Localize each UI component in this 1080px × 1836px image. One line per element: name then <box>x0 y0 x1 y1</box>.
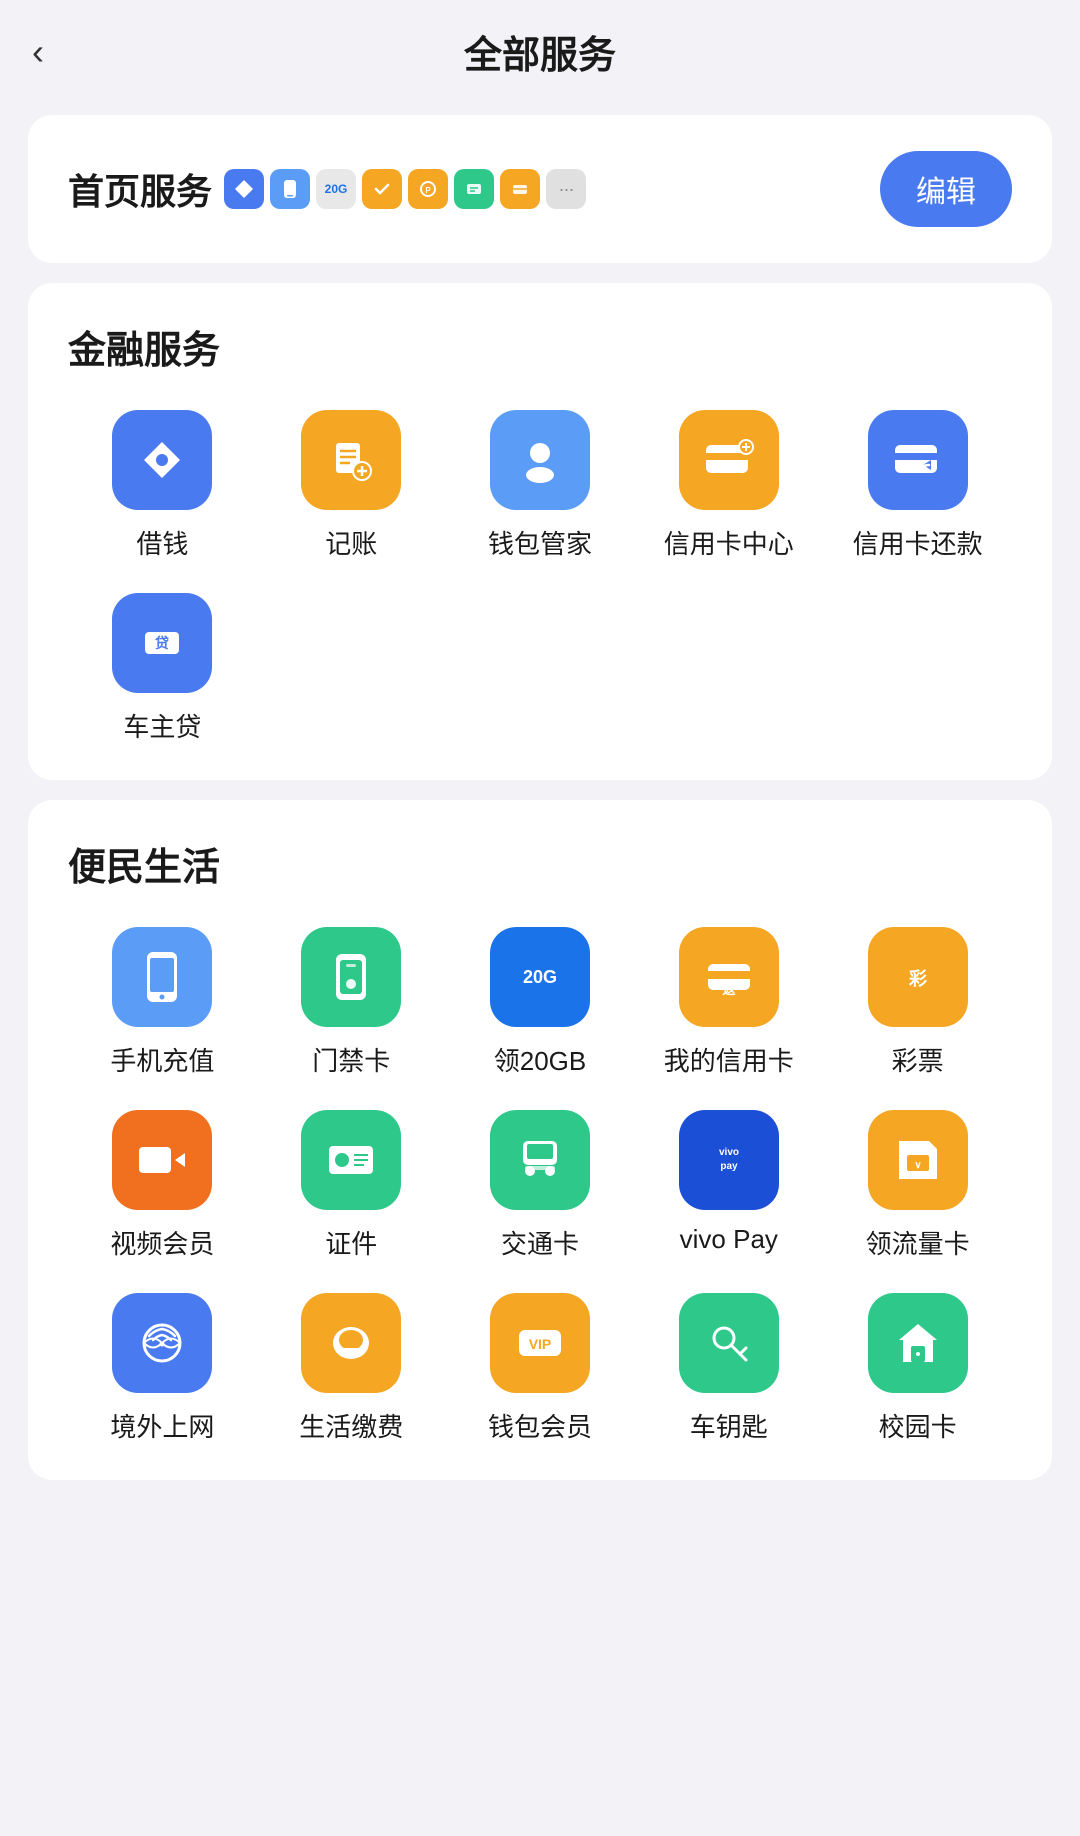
service-id-card[interactable]: 证件 <box>257 1110 446 1261</box>
car-loan-icon: 贷 <box>112 593 212 693</box>
access-card-icon <box>301 927 401 1027</box>
service-wallet-vip[interactable]: VIP 钱包会员 <box>446 1293 635 1444</box>
vivopay-label: vivo Pay <box>680 1224 778 1255</box>
service-transit-card[interactable]: 交通卡 <box>446 1110 635 1261</box>
service-jieqian[interactable]: 借钱 <box>68 410 257 561</box>
lottery-icon: 彩 <box>868 927 968 1027</box>
video-member-icon <box>112 1110 212 1210</box>
svg-text:贷: 贷 <box>155 635 169 651</box>
page-title: 全部服务 <box>464 24 616 79</box>
video-member-label: 视频会员 <box>110 1224 214 1261</box>
homepage-left: 首页服务 20G P <box>68 163 880 215</box>
mini-icon-20g: 20G <box>316 169 356 209</box>
campus-card-icon <box>868 1293 968 1393</box>
homepage-icon-row: 20G P ··· <box>224 169 586 209</box>
car-key-label: 车钥匙 <box>690 1407 768 1444</box>
header: ‹ 全部服务 <box>0 0 1080 95</box>
sim-card-label: 领流量卡 <box>866 1224 970 1261</box>
wallet-manager-icon <box>490 410 590 510</box>
mini-icon-diamond <box>224 169 264 209</box>
life-payment-label: 生活缴费 <box>299 1407 403 1444</box>
service-access-card[interactable]: 门禁卡 <box>257 927 446 1078</box>
service-credit-repay[interactable]: 信用卡还款 <box>823 410 1012 561</box>
service-overseas-net[interactable]: 境外上网 <box>68 1293 257 1444</box>
svg-text:pay: pay <box>720 1161 738 1172</box>
svg-text:返: 返 <box>722 982 735 997</box>
mini-icon-check <box>362 169 402 209</box>
mini-icon-phone <box>270 169 310 209</box>
service-vivopay[interactable]: vivo pay vivo Pay <box>634 1110 823 1261</box>
id-card-label: 证件 <box>325 1224 377 1261</box>
wallet-vip-label: 钱包会员 <box>488 1407 592 1444</box>
my-credit-icon: 返 <box>679 927 779 1027</box>
credit-center-label: 信用卡中心 <box>664 524 794 561</box>
life-payment-icon <box>301 1293 401 1393</box>
life-services-grid: 手机充值 门禁卡 20G 领20GB <box>68 927 1012 1444</box>
transit-card-label: 交通卡 <box>501 1224 579 1261</box>
service-phone-recharge[interactable]: 手机充值 <box>68 927 257 1078</box>
homepage-services-card: 首页服务 20G P <box>28 115 1052 263</box>
svg-text:P: P <box>425 186 431 195</box>
back-button[interactable]: ‹ <box>32 31 44 73</box>
access-card-label: 门禁卡 <box>312 1041 390 1078</box>
svg-text:vivo: vivo <box>719 1147 739 1158</box>
transit-card-icon <box>490 1110 590 1210</box>
jieqian-label: 借钱 <box>136 524 188 561</box>
wallet-manager-label: 钱包管家 <box>488 524 592 561</box>
svg-text:∨: ∨ <box>914 1160 921 1171</box>
phone-recharge-label: 手机充值 <box>110 1041 214 1078</box>
life-services-card: 便民生活 手机充值 门禁卡 <box>28 800 1052 1480</box>
20gb-icon: 20G <box>490 927 590 1027</box>
life-section-title: 便民生活 <box>68 836 1012 891</box>
jizhang-icon <box>301 410 401 510</box>
credit-repay-icon <box>868 410 968 510</box>
id-card-icon <box>301 1110 401 1210</box>
service-sim-card[interactable]: ∨ 领流量卡 <box>823 1110 1012 1261</box>
service-video-member[interactable]: 视频会员 <box>68 1110 257 1261</box>
service-my-credit[interactable]: 返 我的信用卡 <box>634 927 823 1078</box>
mini-icon-orange3 <box>500 169 540 209</box>
vivopay-icon: vivo pay <box>679 1110 779 1210</box>
20gb-label: 领20GB <box>494 1041 587 1078</box>
svg-text:20G: 20G <box>523 967 557 987</box>
overseas-net-icon <box>112 1293 212 1393</box>
sim-card-icon: ∨ <box>868 1110 968 1210</box>
svg-text:VIP: VIP <box>529 1336 552 1352</box>
mini-icon-orange2: P <box>408 169 448 209</box>
lottery-label: 彩票 <box>892 1041 944 1078</box>
jizhang-label: 记账 <box>325 524 377 561</box>
jieqian-icon <box>112 410 212 510</box>
phone-recharge-icon <box>112 927 212 1027</box>
service-car-key[interactable]: 车钥匙 <box>634 1293 823 1444</box>
overseas-net-label: 境外上网 <box>110 1407 214 1444</box>
campus-card-label: 校园卡 <box>879 1407 957 1444</box>
service-campus-card[interactable]: 校园卡 <box>823 1293 1012 1444</box>
service-life-payment[interactable]: 生活缴费 <box>257 1293 446 1444</box>
service-car-loan[interactable]: 贷 车主贷 <box>68 593 257 744</box>
wallet-vip-icon: VIP <box>490 1293 590 1393</box>
credit-repay-label: 信用卡还款 <box>853 524 983 561</box>
edit-button[interactable]: 编辑 <box>880 151 1012 227</box>
service-wallet-manager[interactable]: 钱包管家 <box>446 410 635 561</box>
service-lottery[interactable]: 彩 彩票 <box>823 927 1012 1078</box>
credit-center-icon <box>679 410 779 510</box>
car-key-icon <box>679 1293 779 1393</box>
finance-services-card: 金融服务 借钱 <box>28 283 1052 780</box>
mini-icon-dots: ··· <box>546 169 586 209</box>
service-20gb[interactable]: 20G 领20GB <box>446 927 635 1078</box>
finance-section-title: 金融服务 <box>68 319 1012 374</box>
service-credit-center[interactable]: 信用卡中心 <box>634 410 823 561</box>
mini-icon-green <box>454 169 494 209</box>
car-loan-label: 车主贷 <box>123 707 201 744</box>
finance-services-grid: 借钱 记账 <box>68 410 1012 744</box>
homepage-services-title: 首页服务 <box>68 163 212 215</box>
svg-text:彩: 彩 <box>908 969 927 989</box>
service-jizhang[interactable]: 记账 <box>257 410 446 561</box>
my-credit-label: 我的信用卡 <box>664 1041 794 1078</box>
